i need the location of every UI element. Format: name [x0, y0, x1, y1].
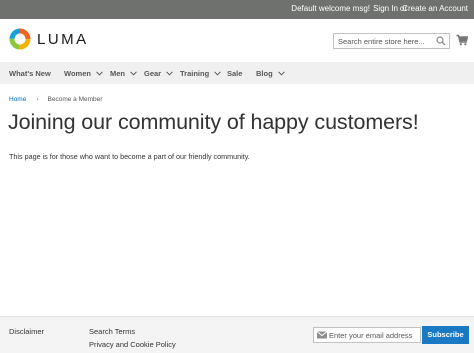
nav-item-label: Women	[64, 69, 91, 78]
nav-item-training[interactable]: Training	[180, 69, 222, 78]
chevron-down-icon	[166, 71, 173, 76]
search-box	[333, 33, 450, 49]
breadcrumb: Home › Become a Member	[9, 96, 102, 103]
chevron-down-icon	[214, 71, 222, 76]
logo[interactable]: LUMA	[9, 28, 89, 50]
nav-item-label: Sale	[227, 69, 243, 78]
breadcrumb-current: Become a Member	[47, 96, 103, 103]
newsletter-box	[313, 327, 421, 343]
nav-item-sale[interactable]: Sale	[227, 69, 242, 78]
chevron-down-icon	[130, 71, 137, 76]
nav-item-label: Blog	[256, 69, 273, 78]
nav-item-whats-new[interactable]: What's New	[9, 69, 51, 78]
search-icon[interactable]	[436, 36, 446, 46]
chevron-down-icon	[277, 71, 285, 76]
create-account-link[interactable]: Create an Account	[402, 4, 468, 13]
welcome-message: Default welcome msg!	[291, 4, 370, 13]
nav-item-gear[interactable]: Gear	[144, 69, 173, 78]
nav-item-label: Training	[180, 69, 210, 78]
envelope-icon	[317, 331, 327, 339]
nav-item-label: Gear	[144, 69, 162, 78]
nav-item-women[interactable]: Women	[64, 69, 103, 78]
newsletter-email-input[interactable]	[329, 328, 419, 342]
nav-item-blog[interactable]: Blog	[256, 69, 285, 78]
footer-link-disclaimer[interactable]: Disclaimer	[9, 327, 44, 336]
breadcrumb-home-link[interactable]: Home	[9, 96, 26, 103]
main-navigation: What's New Women Men Gear Training Sale …	[0, 62, 474, 84]
chevron-down-icon	[96, 71, 103, 76]
nav-item-label: Men	[110, 69, 125, 78]
nav-item-men[interactable]: Men	[110, 69, 137, 78]
cart-icon[interactable]	[456, 34, 468, 46]
sign-in-link[interactable]: Sign In	[373, 4, 398, 13]
search-input[interactable]	[334, 34, 434, 48]
page-description: This page is for those who want to becom…	[9, 152, 250, 161]
nav-item-label: What's New	[9, 69, 51, 78]
page-title: Joining our community of happy customers…	[8, 110, 419, 134]
top-bar: Default welcome msg! Sign In or Create a…	[0, 0, 474, 19]
subscribe-button[interactable]: Subscribe	[422, 326, 469, 344]
luma-logo-icon	[9, 28, 31, 50]
footer-link-privacy-policy[interactable]: Privacy and Cookie Policy	[89, 340, 176, 349]
footer: Disclaimer Search Terms Privacy and Cook…	[0, 316, 474, 353]
footer-link-search-terms[interactable]: Search Terms	[89, 327, 135, 336]
breadcrumb-separator: ›	[36, 96, 39, 103]
logo-text: LUMA	[37, 30, 89, 48]
